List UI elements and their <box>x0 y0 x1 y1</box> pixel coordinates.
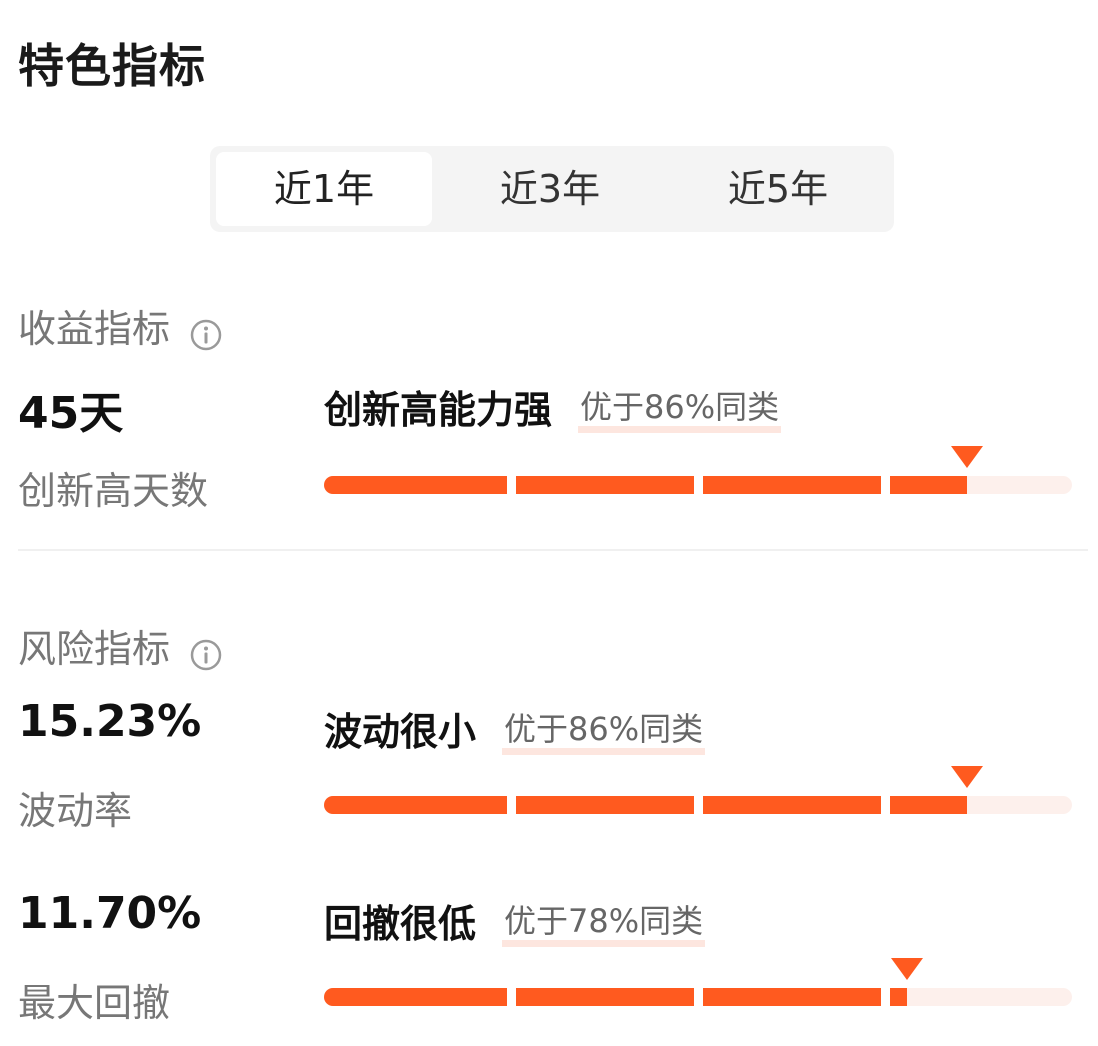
max-drawdown-value: 11.70% <box>18 888 202 939</box>
risk-section-title-text: 风险指标 <box>18 627 171 671</box>
drawdown-percentile-marker <box>891 958 924 980</box>
new-high-rank: 优于86%同类 <box>578 387 782 433</box>
new-high-days-label: 创新高天数 <box>18 469 209 513</box>
drawdown-rating-row: 回撤很低 优于78%同类 <box>324 896 706 952</box>
info-icon[interactable] <box>190 313 222 351</box>
new-high-percentile-bar <box>324 476 1072 494</box>
risk-section-title: 风险指标 <box>18 624 222 674</box>
bar-fill <box>324 476 968 494</box>
volatility-percentile-marker <box>951 766 984 788</box>
drawdown-percentile-bar <box>324 988 1072 1006</box>
drawdown-rank: 优于78%同类 <box>502 901 706 947</box>
return-section-title-text: 收益指标 <box>18 307 171 351</box>
volatility-rating-row: 波动很小 优于86%同类 <box>324 704 706 760</box>
tab-1-year[interactable]: 近1年 <box>216 152 432 226</box>
new-high-rating-row: 创新高能力强 优于86%同类 <box>324 382 782 438</box>
bar-segment-gap <box>880 476 890 494</box>
bar-segment-gap <box>506 796 516 814</box>
volatility-rank: 优于86%同类 <box>502 709 706 755</box>
bar-fill <box>324 988 908 1006</box>
max-drawdown-label: 最大回撤 <box>18 981 171 1025</box>
volatility-rating: 波动很小 <box>324 710 477 754</box>
volatility-percentile-bar <box>324 796 1072 814</box>
bar-segment-gap <box>693 988 703 1006</box>
tab-3-year[interactable]: 近3年 <box>442 152 658 226</box>
new-high-percentile-marker <box>951 446 984 468</box>
info-icon[interactable] <box>190 633 222 671</box>
drawdown-rating: 回撤很低 <box>324 902 477 946</box>
volatility-label: 波动率 <box>18 789 133 833</box>
new-high-days-value: 45天 <box>18 388 124 439</box>
tab-5-year[interactable]: 近5年 <box>670 152 886 226</box>
bar-segment-gap <box>693 476 703 494</box>
bar-segment-gap <box>880 988 890 1006</box>
bar-segment-gap <box>880 796 890 814</box>
bar-fill <box>324 796 968 814</box>
return-section-title: 收益指标 <box>18 304 222 354</box>
bar-segment-gap <box>506 476 516 494</box>
bar-segment-gap <box>506 988 516 1006</box>
bar-segment-gap <box>693 796 703 814</box>
section-divider <box>18 549 1088 551</box>
page-title: 特色指标 <box>18 39 206 93</box>
volatility-value: 15.23% <box>18 696 202 747</box>
new-high-rating: 创新高能力强 <box>324 388 553 432</box>
period-segmented-control: 近1年 近3年 近5年 <box>210 146 894 232</box>
